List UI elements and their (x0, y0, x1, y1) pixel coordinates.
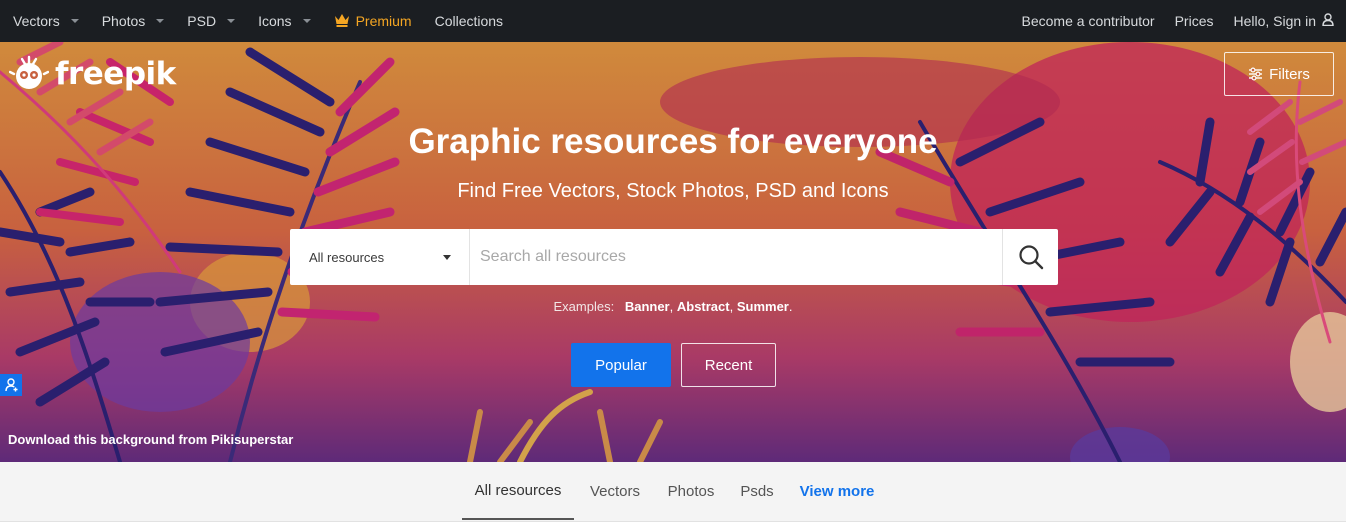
brand-name: freepik (55, 56, 176, 92)
chevron-down-icon (443, 254, 451, 260)
become-contributor-label: Become a contributor (1021, 13, 1155, 29)
nav-psd[interactable]: PSD (174, 0, 236, 42)
crown-icon (334, 13, 350, 30)
become-contributor-link[interactable]: Become a contributor (1022, 0, 1155, 42)
freepik-mascot-icon (9, 55, 49, 89)
tab-vectors[interactable]: Vectors (584, 462, 646, 520)
tab-psds[interactable]: Psds (734, 462, 780, 520)
resource-type-dropdown[interactable]: All resources (290, 229, 470, 285)
user-plus-icon (4, 378, 17, 392)
hero-subtitle: Find Free Vectors, Stock Photos, PSD and… (457, 180, 889, 202)
user-icon (1322, 13, 1334, 29)
nav-vectors[interactable]: Vectors (0, 0, 79, 42)
contributor-side-button[interactable] (0, 374, 22, 396)
sign-in-link[interactable]: Hello, Sign in (1234, 0, 1335, 42)
sliders-icon (1249, 67, 1263, 81)
search-examples: Examples: Banner, Abstract, Summer. (553, 299, 793, 314)
prices-link[interactable]: Prices (1175, 0, 1214, 42)
background-credit-link[interactable]: Download this background from Pikisupers… (8, 432, 293, 447)
nav-vectors-label: Vectors (13, 13, 60, 29)
search-input[interactable] (470, 229, 1002, 285)
nav-icons-label: Icons (258, 13, 292, 29)
example-link-abstract[interactable]: Abstract (677, 299, 730, 314)
nav-premium-label: Premium (355, 13, 412, 29)
examples-label: Examples: (553, 299, 615, 314)
popular-button[interactable]: Popular (571, 343, 671, 387)
filters-label: Filters (1269, 65, 1310, 83)
chevron-down-icon (156, 19, 165, 23)
nav-premium[interactable]: Premium (321, 0, 412, 42)
hero-banner: freepik Filters Graphic resources for ev… (0, 42, 1346, 462)
tab-photos[interactable]: Photos (660, 462, 722, 520)
example-link-summer[interactable]: Summer (737, 299, 789, 314)
resource-tabs: All resources Vectors Photos Psds View m… (0, 462, 1346, 522)
resource-type-selected: All resources (309, 249, 385, 265)
chevron-down-icon (70, 19, 79, 23)
chevron-down-icon (227, 19, 236, 23)
nav-photos[interactable]: Photos (89, 0, 165, 42)
search-button[interactable] (1002, 229, 1058, 285)
sign-in-label: Hello, Sign in (1233, 13, 1317, 29)
nav-collections[interactable]: Collections (422, 0, 503, 42)
nav-right-group: Become a contributor Prices Hello, Sign … (1002, 0, 1334, 42)
prices-label: Prices (1174, 13, 1214, 29)
nav-psd-label: PSD (187, 13, 217, 29)
recent-button[interactable]: Recent (681, 343, 776, 387)
nav-photos-label: Photos (101, 13, 146, 29)
nav-left-group: Vectors Photos PSD Icons Premium Collect… (0, 0, 513, 42)
search-bar: All resources (290, 229, 1058, 285)
freepik-logo[interactable]: freepik (9, 54, 176, 94)
tab-all-resources[interactable]: All resources (462, 462, 574, 520)
example-link-banner[interactable]: Banner (625, 299, 670, 314)
search-icon (1018, 245, 1043, 270)
sort-buttons: Popular Recent (571, 343, 776, 387)
nav-collections-label: Collections (434, 13, 504, 29)
tab-view-more[interactable]: View more (794, 462, 880, 520)
nav-icons[interactable]: Icons (245, 0, 311, 42)
top-navigation-bar: Vectors Photos PSD Icons Premium Collect… (0, 0, 1346, 42)
filters-button[interactable]: Filters (1224, 52, 1334, 96)
chevron-down-icon (302, 19, 311, 23)
hero-title: Graphic resources for everyone (408, 122, 938, 161)
